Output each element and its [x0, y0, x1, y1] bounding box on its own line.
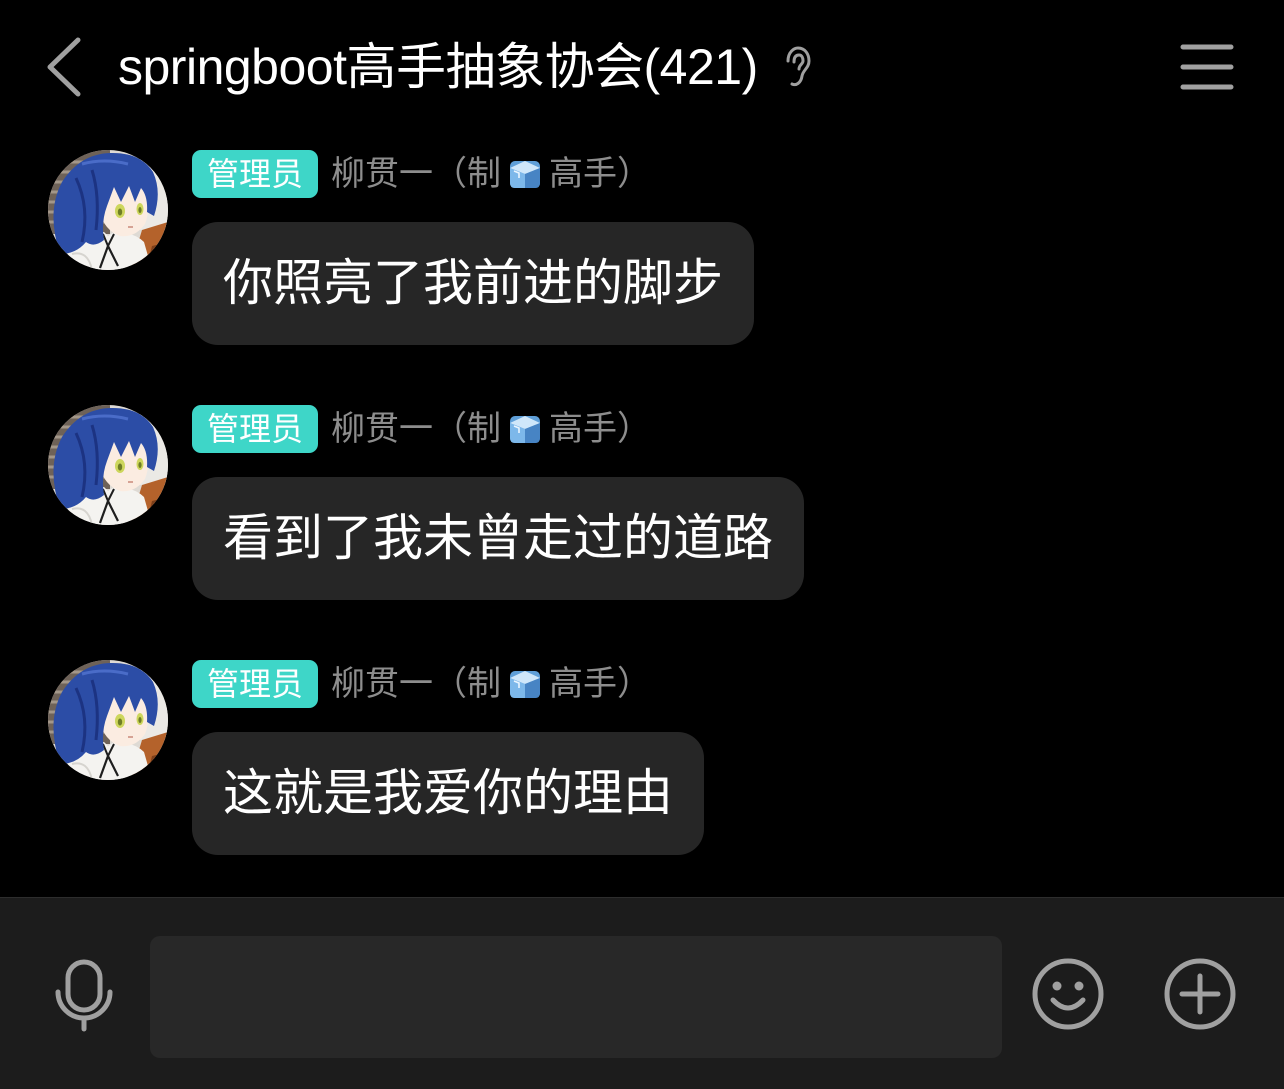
message-item: 管理员 柳贯一（制 高手） 这就是我爱你的理由	[0, 660, 1284, 860]
avatar-image[interactable]	[48, 405, 168, 525]
message-meta: 管理员 柳贯一（制 高手）	[192, 660, 651, 708]
sender-name-part: 高手）	[549, 410, 652, 448]
message-meta: 管理员 柳贯一（制 高手）	[192, 405, 651, 453]
menu-button[interactable]	[1180, 42, 1234, 92]
smiley-face-icon[interactable]	[1030, 956, 1106, 1032]
ice-cube-icon	[507, 411, 543, 447]
ice-cube-icon	[507, 156, 543, 192]
ear-icon	[786, 46, 811, 87]
sender-name: 柳贯一（制 高手）	[331, 405, 651, 453]
composer-bar	[0, 897, 1284, 1089]
avatar[interactable]	[48, 660, 168, 780]
message-bubble[interactable]: 这就是我爱你的理由	[192, 732, 704, 855]
title-row: springboot高手抽象协会(421)	[118, 35, 812, 99]
sender-name-part: 柳贯一（制	[331, 665, 502, 703]
sender-name-part: 高手）	[549, 155, 652, 193]
admin-badge: 管理员	[192, 660, 319, 708]
group-title: springboot高手抽象协会(421)	[118, 39, 758, 95]
more-button[interactable]	[1162, 956, 1238, 1032]
hamburger-menu-icon[interactable]	[1180, 42, 1234, 92]
message-text: 看到了我未曾走过的道路	[223, 510, 773, 566]
message-meta: 管理员 柳贯一（制 高手）	[192, 150, 651, 198]
admin-badge: 管理员	[192, 405, 319, 453]
back-button[interactable]	[42, 36, 86, 98]
sender-name: 柳贯一（制 高手）	[331, 660, 651, 708]
sender-name-part: 柳贯一（制	[331, 410, 502, 448]
microphone-icon[interactable]	[52, 956, 116, 1032]
admin-badge: 管理员	[192, 150, 319, 198]
message-text: 你照亮了我前进的脚步	[223, 255, 723, 311]
message-input[interactable]	[150, 936, 1002, 1058]
chat-screen: springboot高手抽象协会(421) 管理员 柳贯一（制 高手） 你照亮了…	[0, 0, 1284, 1089]
plus-circle-icon[interactable]	[1162, 956, 1238, 1032]
voice-button[interactable]	[52, 956, 116, 1032]
chevron-left-icon[interactable]	[42, 36, 86, 98]
message-bubble[interactable]: 你照亮了我前进的脚步	[192, 222, 754, 345]
message-item: 管理员 柳贯一（制 高手） 你照亮了我前进的脚步	[0, 150, 1284, 350]
sender-name-part: 柳贯一（制	[331, 155, 502, 193]
message-text: 这就是我爱你的理由	[223, 765, 673, 821]
avatar-image[interactable]	[48, 150, 168, 270]
avatar[interactable]	[48, 150, 168, 270]
avatar-image[interactable]	[48, 660, 168, 780]
chat-header: springboot高手抽象协会(421)	[0, 0, 1284, 135]
ice-cube-icon	[507, 666, 543, 702]
message-item: 管理员 柳贯一（制 高手） 看到了我未曾走过的道路	[0, 405, 1284, 605]
sender-name-part: 高手）	[549, 665, 652, 703]
emoji-button[interactable]	[1030, 956, 1106, 1032]
message-bubble[interactable]: 看到了我未曾走过的道路	[192, 477, 804, 600]
sender-name: 柳贯一（制 高手）	[331, 150, 651, 198]
avatar[interactable]	[48, 405, 168, 525]
